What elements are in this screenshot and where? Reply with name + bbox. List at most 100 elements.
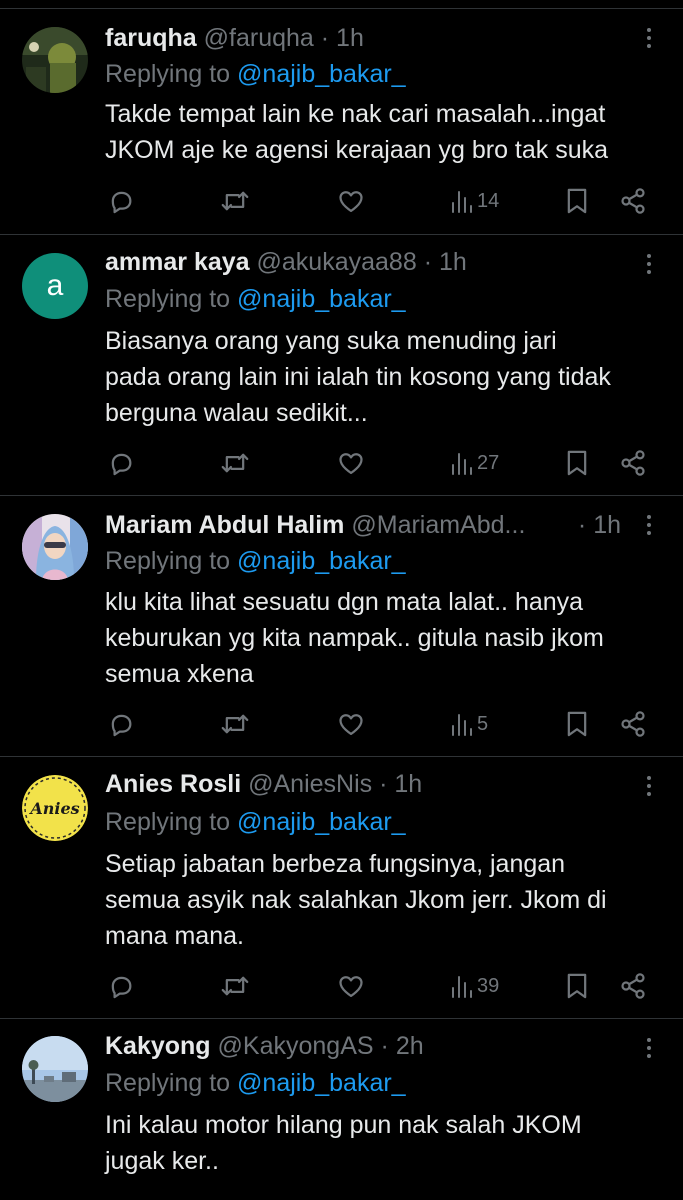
like-button[interactable] bbox=[337, 968, 365, 1004]
more-icon[interactable] bbox=[639, 21, 659, 55]
share-button[interactable] bbox=[619, 445, 647, 481]
retweet-button[interactable] bbox=[219, 968, 251, 1004]
user-handle[interactable]: @AniesNis bbox=[248, 770, 372, 798]
avatar[interactable] bbox=[22, 514, 88, 580]
timestamp[interactable]: 1h bbox=[394, 770, 422, 798]
reply-icon bbox=[111, 453, 132, 476]
retweet-button[interactable] bbox=[219, 706, 251, 742]
views-count: 5 bbox=[477, 712, 489, 735]
action-bar: 27 bbox=[105, 445, 665, 481]
display-name[interactable]: ammar kaya bbox=[105, 248, 250, 276]
tweet-item[interactable]: Anies Anies Rosli @AniesNis · 1h Replyin… bbox=[0, 757, 683, 1019]
replying-to: Replying to @najib_bakar_ bbox=[105, 282, 406, 316]
views-button[interactable]: 39 bbox=[449, 968, 499, 1004]
replying-to-label: Replying to bbox=[105, 60, 231, 88]
timestamp[interactable]: · 1h bbox=[578, 508, 621, 542]
share-button[interactable] bbox=[619, 183, 647, 219]
like-icon bbox=[339, 191, 363, 213]
tweet-item[interactable]: a ammar kaya @akukayaa88 · 1h Replying t… bbox=[0, 235, 683, 496]
timestamp[interactable]: 1h bbox=[336, 24, 364, 52]
avatar[interactable] bbox=[22, 27, 88, 93]
tweet-text-line: JKOM aje ke agensi kerajaan yg bro tak s… bbox=[105, 136, 609, 164]
views-icon bbox=[452, 191, 472, 213]
more-icon[interactable] bbox=[639, 769, 659, 803]
timestamp[interactable]: 1h bbox=[439, 248, 467, 276]
tweet-item[interactable]: faruqha @faruqha · 1h Replying to @najib… bbox=[0, 9, 683, 235]
tweet-text-line: Takde tempat lain ke nak cari masalah...… bbox=[105, 100, 606, 128]
reply-button[interactable] bbox=[107, 706, 135, 742]
action-bar: 5 bbox=[105, 706, 665, 742]
avatar[interactable] bbox=[22, 1036, 88, 1102]
like-button[interactable] bbox=[337, 183, 365, 219]
tweet-text-line: klu kita lihat sesuatu dgn mata lalat.. … bbox=[105, 588, 584, 616]
tweet-text-line: pada orang lain ini ialah tin kosong yan… bbox=[105, 363, 611, 391]
bookmark-button[interactable] bbox=[565, 706, 589, 742]
like-button[interactable] bbox=[337, 445, 365, 481]
mention-link[interactable]: @najib_bakar_ bbox=[237, 60, 406, 88]
more-icon[interactable] bbox=[639, 1031, 659, 1065]
display-name[interactable]: Kakyong bbox=[105, 1032, 211, 1060]
replying-to-label: Replying to bbox=[105, 547, 231, 575]
reply-button[interactable] bbox=[107, 445, 135, 481]
tweet-text: Setiap jabatan berbeza fungsinya, jangan… bbox=[105, 846, 667, 954]
bookmark-button[interactable] bbox=[565, 445, 589, 481]
avatar-logo-text: Anies bbox=[28, 799, 79, 818]
bookmark-icon bbox=[567, 450, 587, 476]
views-button[interactable]: 5 bbox=[449, 706, 488, 742]
retweet-icon bbox=[221, 714, 249, 734]
timestamp-value: 1h bbox=[593, 511, 621, 539]
tweet-text-line: mana mana. bbox=[105, 922, 244, 950]
tweet-text-line: keburukan yg kita nampak.. gitula nasib … bbox=[105, 624, 604, 652]
tweet-header: Anies Rosli @AniesNis · 1h bbox=[105, 767, 573, 801]
avatar[interactable]: a bbox=[22, 253, 88, 319]
display-name[interactable]: Mariam Abdul Halim bbox=[105, 511, 344, 539]
separator-dot: · bbox=[379, 770, 388, 798]
like-icon bbox=[339, 714, 363, 736]
mention-link[interactable]: @najib_bakar_ bbox=[237, 1069, 406, 1097]
retweet-icon bbox=[221, 453, 249, 473]
bookmark-button[interactable] bbox=[565, 183, 589, 219]
tweet-item[interactable]: Mariam Abdul Halim @MariamAbd... · 1h Re… bbox=[0, 496, 683, 757]
like-button[interactable] bbox=[337, 706, 365, 742]
reply-icon bbox=[111, 976, 132, 999]
more-icon[interactable] bbox=[639, 247, 659, 281]
retweet-icon bbox=[221, 976, 249, 996]
tweet-text-line: berguna walau sedikit... bbox=[105, 399, 368, 427]
mention-link[interactable]: @najib_bakar_ bbox=[237, 547, 406, 575]
views-button[interactable]: 27 bbox=[449, 445, 499, 481]
bookmark-button[interactable] bbox=[565, 968, 589, 1004]
tweet-text: Biasanya orang yang suka menuding jari p… bbox=[105, 323, 667, 431]
views-count: 27 bbox=[477, 451, 500, 474]
separator-dot: · bbox=[320, 24, 330, 52]
share-button[interactable] bbox=[619, 706, 647, 742]
timestamp[interactable]: 2h bbox=[396, 1032, 424, 1060]
views-icon bbox=[452, 976, 472, 998]
retweet-button[interactable] bbox=[219, 445, 251, 481]
tweet-text: klu kita lihat sesuatu dgn mata lalat.. … bbox=[105, 584, 667, 692]
user-handle[interactable]: @faruqha bbox=[204, 24, 314, 52]
more-icon[interactable] bbox=[639, 508, 659, 542]
reply-button[interactable] bbox=[107, 968, 135, 1004]
tweet-item[interactable]: Kakyong @KakyongAS · 2h Replying to @naj… bbox=[0, 1019, 683, 1200]
mention-link[interactable]: @najib_bakar_ bbox=[237, 808, 406, 836]
avatar[interactable]: Anies bbox=[22, 775, 88, 841]
replying-to-label: Replying to bbox=[105, 808, 231, 836]
views-button[interactable]: 14 bbox=[449, 183, 499, 219]
tweet-header: ammar kaya @akukayaa88 · 1h bbox=[105, 245, 573, 279]
reply-button[interactable] bbox=[107, 183, 135, 219]
display-name[interactable]: Anies Rosli bbox=[105, 770, 241, 798]
display-name[interactable]: faruqha bbox=[105, 24, 197, 52]
user-handle[interactable]: @akukayaa88 bbox=[257, 248, 417, 276]
replying-to: Replying to @najib_bakar_ bbox=[105, 805, 406, 839]
user-handle[interactable]: @KakyongAS bbox=[218, 1032, 374, 1060]
separator-dot: · bbox=[577, 511, 587, 539]
tweet-header: faruqha @faruqha · 1h bbox=[105, 21, 573, 55]
tweet-text-line: Ini kalau motor hilang pun nak salah JKO… bbox=[105, 1111, 582, 1139]
mention-link[interactable]: @najib_bakar_ bbox=[237, 285, 406, 313]
views-icon bbox=[452, 453, 472, 475]
user-handle[interactable]: @MariamAbd... bbox=[351, 511, 525, 539]
tweet-text: Takde tempat lain ke nak cari masalah...… bbox=[105, 96, 667, 168]
replying-to-label: Replying to bbox=[105, 1069, 231, 1097]
retweet-button[interactable] bbox=[219, 183, 251, 219]
share-button[interactable] bbox=[619, 968, 647, 1004]
